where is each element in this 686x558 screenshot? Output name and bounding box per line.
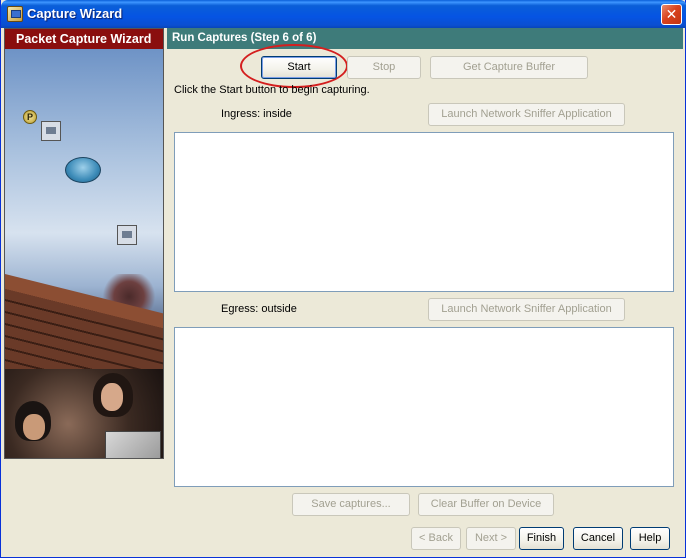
cancel-button[interactable]: Cancel xyxy=(573,527,623,550)
title-bar[interactable]: Capture Wizard ✕ xyxy=(1,0,686,28)
start-instruction: Click the Start button to begin capturin… xyxy=(174,84,370,96)
wizard-side-panel: Packet Capture Wizard P xyxy=(4,28,164,459)
save-captures-button[interactable]: Save captures... xyxy=(292,493,410,516)
launch-sniffer-ingress-button[interactable]: Launch Network Sniffer Application xyxy=(428,103,625,126)
finish-button[interactable]: Finish xyxy=(519,527,564,550)
ingress-capture-output[interactable] xyxy=(174,132,674,292)
close-button[interactable]: ✕ xyxy=(661,4,682,25)
launch-sniffer-egress-button[interactable]: Launch Network Sniffer Application xyxy=(428,298,625,321)
help-button[interactable]: Help xyxy=(630,527,670,550)
ingress-label: Ingress: inside xyxy=(221,108,292,120)
person-face-image xyxy=(101,383,123,411)
app-icon xyxy=(7,6,23,22)
side-panel-title: Packet Capture Wizard xyxy=(5,29,163,49)
p-badge-icon: P xyxy=(23,110,37,124)
stop-button[interactable]: Stop xyxy=(347,56,421,79)
egress-label: Egress: outside xyxy=(221,303,297,315)
wizard-artwork: P xyxy=(5,49,163,458)
clear-buffer-button[interactable]: Clear Buffer on Device xyxy=(418,493,554,516)
get-capture-buffer-button[interactable]: Get Capture Buffer xyxy=(430,56,588,79)
network-switch-icon xyxy=(41,121,61,141)
network-switch-icon xyxy=(117,225,137,245)
egress-capture-output[interactable] xyxy=(174,327,674,487)
router-icon xyxy=(65,157,101,183)
step-header: Run Captures (Step 6 of 6) xyxy=(167,28,683,49)
person-face-image xyxy=(23,414,45,440)
window-title: Capture Wizard xyxy=(27,6,123,21)
next-button[interactable]: Next > xyxy=(466,527,516,550)
people-photo xyxy=(5,369,163,458)
back-button[interactable]: < Back xyxy=(411,527,461,550)
computer-monitor-image xyxy=(105,431,161,458)
capture-wizard-window: Capture Wizard ✕ Packet Capture Wizard P… xyxy=(0,0,686,558)
start-button[interactable]: Start xyxy=(261,56,337,79)
